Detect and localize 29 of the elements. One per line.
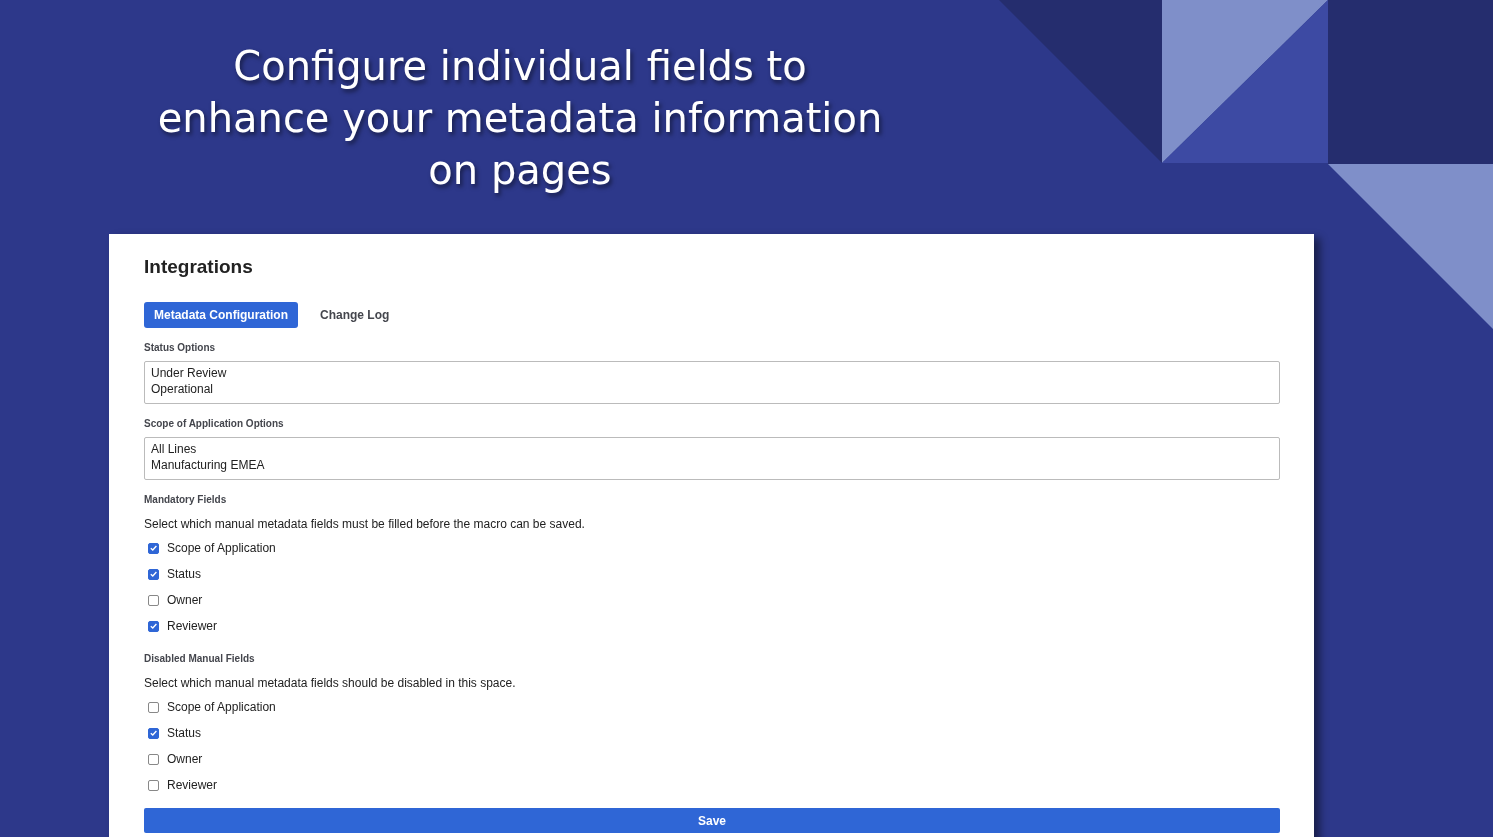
checkbox-label: Reviewer <box>167 619 217 633</box>
checkbox[interactable] <box>148 542 159 554</box>
section-label: Mandatory Fields <box>144 494 228 505</box>
checkbox-label: Owner <box>167 752 203 766</box>
checkbox-label: Status <box>167 726 202 740</box>
checkbox[interactable] <box>148 753 159 765</box>
checkbox[interactable] <box>148 620 159 632</box>
field-label: Status Options <box>144 342 217 353</box>
checkbox-label: Scope of Application <box>167 700 276 714</box>
checkbox[interactable] <box>148 779 159 791</box>
section-description: Select which manual metadata fields must be filled before the macro can be saved. <box>144 517 586 531</box>
checkbox[interactable] <box>148 727 159 739</box>
checkbox-label: Owner <box>167 593 203 607</box>
field-label: Scope of Application Options <box>144 418 285 429</box>
checkbox[interactable] <box>148 594 159 606</box>
section-label: Disabled Manual Fields <box>144 653 256 664</box>
options-text-area[interactable]: Under Review Operational <box>144 361 1280 404</box>
tab[interactable]: Change Log <box>310 302 400 328</box>
options-text-area[interactable]: All Lines Manufacturing EMEA <box>144 437 1280 480</box>
checkbox[interactable] <box>148 701 159 713</box>
checkbox-label: Status <box>167 567 202 581</box>
tab[interactable]: Metadata Configuration <box>144 302 298 328</box>
headline: Configure individual fields to enhance your metadata information on pages <box>156 42 884 195</box>
checkbox-label: Reviewer <box>167 778 217 792</box>
panel-title: Integrations <box>144 256 254 278</box>
save-button[interactable]: Save <box>144 808 1280 833</box>
checkbox-label: Scope of Application <box>167 541 276 555</box>
checkbox[interactable] <box>148 568 159 580</box>
section-description: Select which manual metadata fields should be disabled in this space. <box>144 676 517 690</box>
